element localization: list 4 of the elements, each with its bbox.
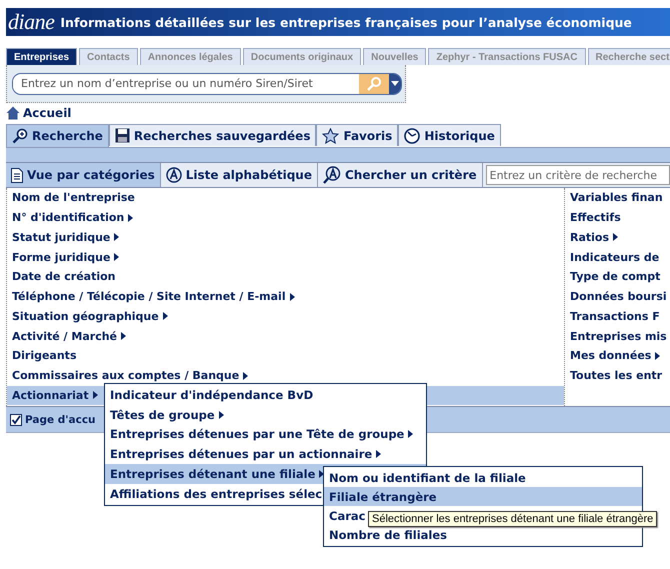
logo: diane: [8, 9, 54, 35]
tooltip: Sélectionner les entreprises détenant une filiale étrangère: [368, 511, 658, 527]
checkbox-label: Page d'accu: [25, 414, 96, 426]
header-title: Informations détaillées sur les entreprises françaises pour l’analyse économique: [60, 14, 632, 30]
